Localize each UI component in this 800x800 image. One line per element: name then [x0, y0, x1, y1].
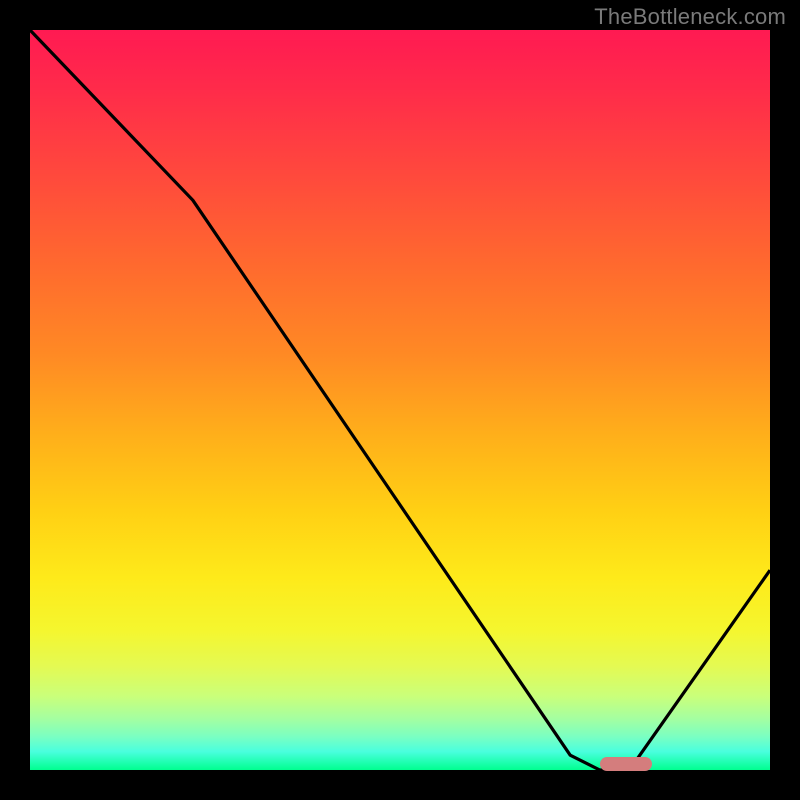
- optimal-range-marker: [600, 757, 652, 771]
- plot-area: [30, 30, 770, 770]
- bottleneck-curve: [30, 30, 770, 770]
- watermark: TheBottleneck.com: [594, 4, 786, 30]
- curve-path: [30, 30, 770, 770]
- chart-container: TheBottleneck.com: [0, 0, 800, 800]
